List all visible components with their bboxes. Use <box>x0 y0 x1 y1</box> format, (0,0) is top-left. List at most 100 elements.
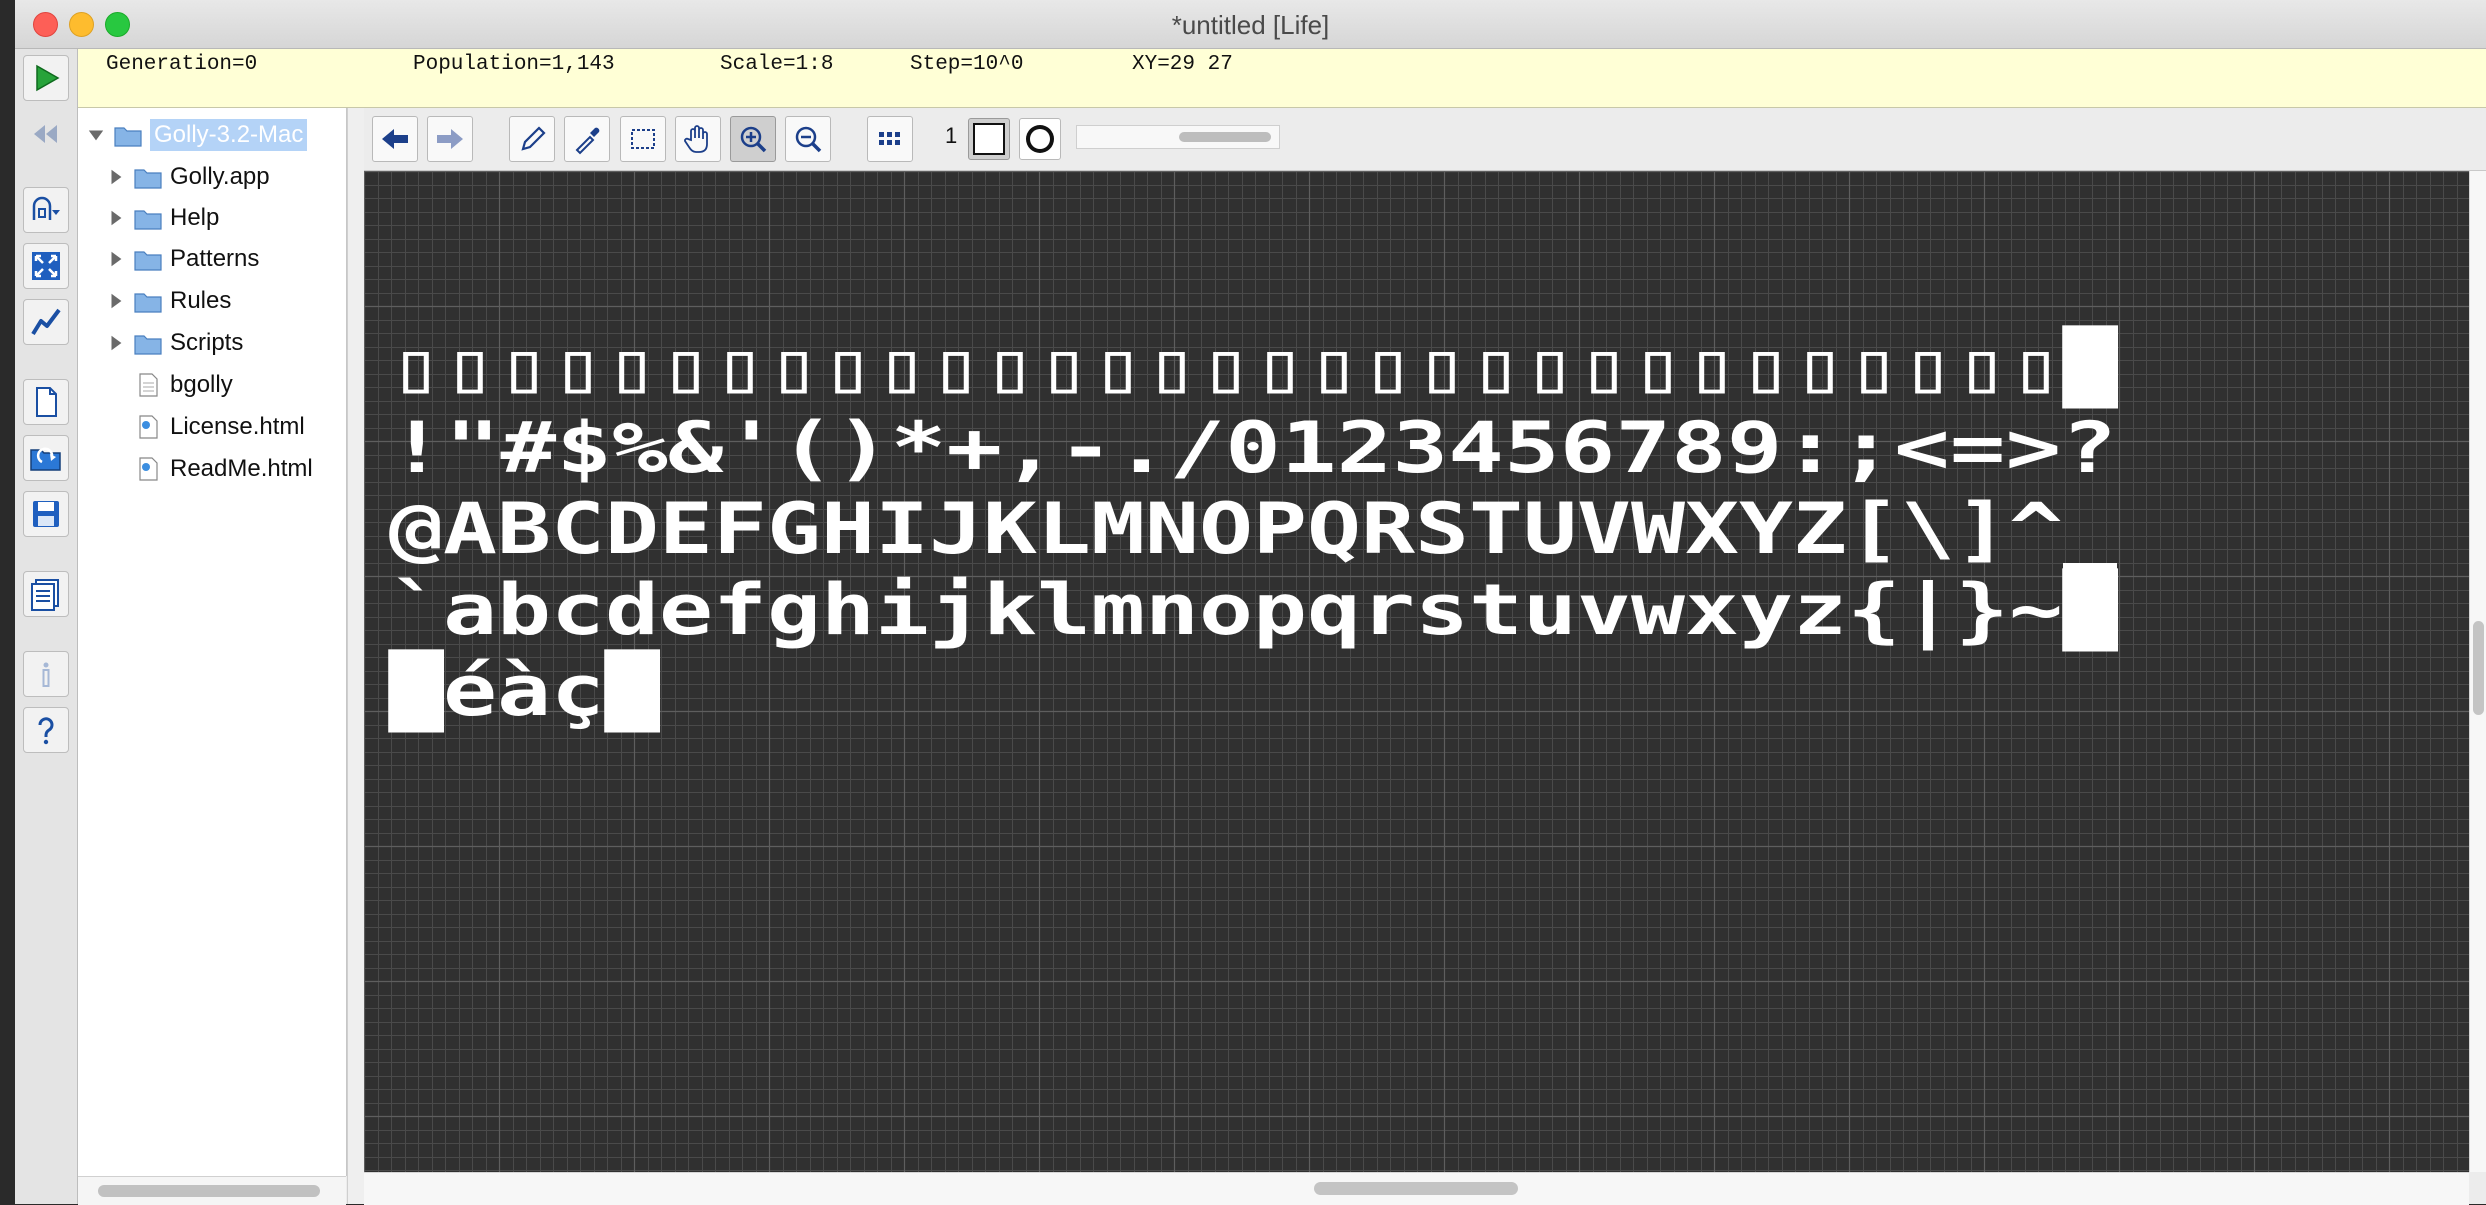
tree-item-rules[interactable]: Rules <box>106 281 231 321</box>
graph-icon <box>31 308 61 336</box>
scrollbar-thumb[interactable] <box>98 1185 320 1197</box>
pencil-icon <box>521 126 546 151</box>
file-icon <box>139 373 158 397</box>
show-info-button[interactable] <box>23 299 69 345</box>
disclosure-closed-icon[interactable] <box>106 167 126 187</box>
tree-item-label: Golly-3.2-Mac <box>150 119 308 151</box>
state-color-swatch[interactable] <box>968 118 1010 160</box>
tree-item-readme[interactable]: ReadMe.html <box>134 449 313 489</box>
pattern-info-button[interactable] <box>23 651 69 697</box>
play-icon <box>36 64 60 92</box>
eyedropper-icon <box>575 127 600 155</box>
draw-tool-button[interactable] <box>509 116 555 162</box>
folder-icon <box>134 169 162 189</box>
pattern-text-row: ▯▯▯▯▯▯▯▯▯▯▯▯▯▯▯▯▯▯▯▯▯▯▯▯▯▯▯▯▯▯▯█ <box>389 325 2118 409</box>
disclosure-closed-icon[interactable] <box>106 249 126 269</box>
state-swatch-square <box>973 123 1005 155</box>
all-states-button[interactable] <box>867 116 913 162</box>
fit-icon <box>32 252 60 280</box>
step-readout: Step=10^0 <box>910 53 1024 76</box>
tree-root-folder[interactable]: Golly-3.2-Mac <box>86 115 308 155</box>
folder-icon <box>134 293 162 313</box>
status-bar: Generation=0 Population=1,143 Scale=1:8 … <box>78 49 2486 108</box>
tree-item-golly-app[interactable]: Golly.app <box>106 157 270 197</box>
tree-item-label: License.html <box>170 413 305 440</box>
reset-button[interactable] <box>23 111 69 157</box>
zoom-out-icon <box>795 126 822 153</box>
state-icon-toggle[interactable] <box>1019 118 1061 160</box>
xy-readout: XY=29 27 <box>1132 53 1233 76</box>
forward-button[interactable] <box>427 116 473 162</box>
rule-button[interactable] <box>23 187 69 233</box>
folder-icon <box>134 335 162 355</box>
html-file-icon <box>139 457 158 481</box>
select-tool-button[interactable] <box>620 116 666 162</box>
tree-item-label: Golly.app <box>170 163 270 190</box>
save-icon <box>33 501 59 527</box>
population-readout: Population=1,143 <box>413 53 615 76</box>
pattern-text-row: !"#$%&'()*+,-./0123456789:;<=>? <box>389 407 2117 489</box>
back-button[interactable] <box>372 116 418 162</box>
scrollbar-thumb[interactable] <box>2473 621 2484 715</box>
select-icon <box>631 129 655 149</box>
disclosure-open-icon[interactable] <box>86 125 106 145</box>
tree-item-label: bgolly <box>170 371 233 398</box>
left-toolbar <box>15 49 78 1204</box>
tree-item-license[interactable]: License.html <box>134 407 305 447</box>
save-pattern-button[interactable] <box>23 491 69 537</box>
tree-item-help[interactable]: Help <box>106 198 219 238</box>
circle-state-icon <box>1026 125 1054 153</box>
fit-pattern-button[interactable] <box>23 243 69 289</box>
pattern-text-row: █éàç█ <box>388 649 660 733</box>
show-files-button[interactable] <box>23 571 69 617</box>
pick-tool-button[interactable] <box>564 116 610 162</box>
rewind-icon <box>34 125 57 143</box>
disclosure-closed-icon[interactable] <box>106 208 126 228</box>
tree-item-scripts[interactable]: Scripts <box>106 323 243 363</box>
tree-item-bgolly[interactable]: bgolly <box>134 365 233 405</box>
files-icon <box>31 579 59 611</box>
edit-toolbar: 1 <box>364 108 2486 171</box>
zoom-in-icon <box>740 126 767 153</box>
app-window: *untitled [Life] Generation=0 Population… <box>15 0 2486 1205</box>
tree-item-patterns[interactable]: Patterns <box>106 239 259 279</box>
scale-readout: Scale=1:8 <box>720 53 834 76</box>
file-tree-panel: Golly-3.2-Mac Golly.app Help Patterns Ru… <box>78 108 347 1176</box>
disclosure-closed-icon[interactable] <box>106 291 126 311</box>
viewport-vertical-scrollbar[interactable] <box>2469 171 2486 1172</box>
tree-horizontal-scrollbar[interactable] <box>78 1176 346 1205</box>
viewport-horizontal-scrollbar[interactable] <box>364 1172 2469 1205</box>
generation-readout: Generation=0 <box>106 53 258 76</box>
info-icon <box>42 662 50 687</box>
disclosure-closed-icon[interactable] <box>106 333 126 353</box>
window-title: *untitled [Life] <box>1171 10 1330 40</box>
tree-item-label: Help <box>170 204 220 231</box>
new-file-icon <box>36 387 57 417</box>
pattern-text-row: @ABCDEFGHIJKLMNOPQRSTUVWXYZ[\]^_ <box>389 488 2118 570</box>
tree-item-label: Scripts <box>170 329 244 356</box>
drawing-state-label: 1 <box>945 123 958 148</box>
state-slider[interactable] <box>1076 125 1280 149</box>
folder-icon <box>114 127 142 147</box>
back-icon <box>382 129 408 149</box>
open-folder-icon <box>30 447 61 471</box>
pattern-viewport[interactable]: ▯▯▯▯▯▯▯▯▯▯▯▯▯▯▯▯▯▯▯▯▯▯▯▯▯▯▯▯▯▯▯█ !"#$%&'… <box>364 171 2469 1172</box>
panel-splitter[interactable] <box>347 108 365 1204</box>
all-states-icon <box>879 132 900 145</box>
slider-knob[interactable] <box>1179 132 1271 142</box>
scrollbar-thumb[interactable] <box>1314 1182 1518 1195</box>
start-generating-button[interactable] <box>23 55 69 101</box>
folder-icon <box>134 251 162 271</box>
forward-icon <box>437 129 463 149</box>
open-pattern-button[interactable] <box>23 435 69 481</box>
title-bar: *untitled [Life] <box>15 0 2486 49</box>
folder-icon <box>134 210 162 230</box>
new-pattern-button[interactable] <box>23 379 69 425</box>
html-file-icon <box>139 415 158 439</box>
move-tool-button[interactable] <box>675 116 721 162</box>
help-button[interactable] <box>23 707 69 753</box>
tree-item-label: Patterns <box>170 245 260 272</box>
zoom-in-tool-button[interactable] <box>730 116 776 162</box>
help-icon <box>38 717 54 745</box>
zoom-out-tool-button[interactable] <box>785 116 831 162</box>
